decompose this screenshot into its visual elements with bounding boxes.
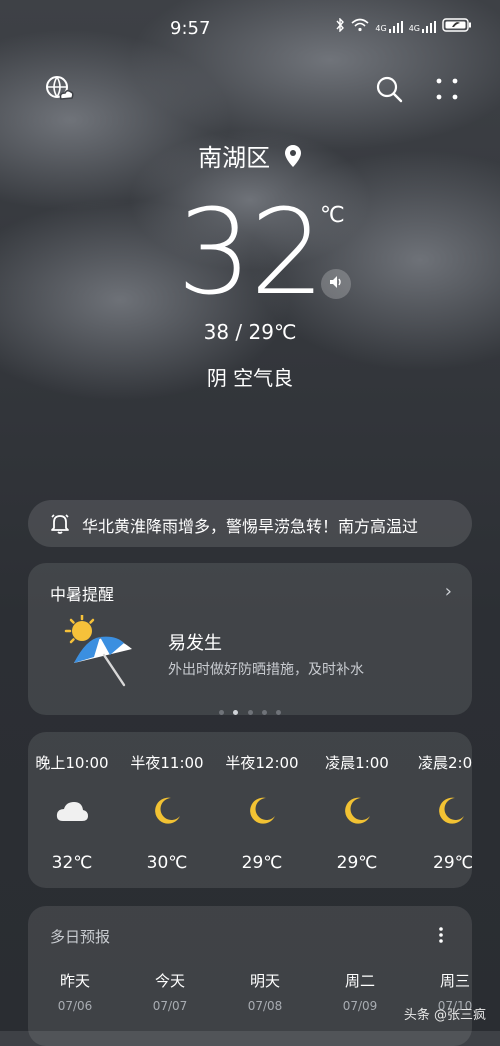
page-dot [275,710,281,715]
bell-icon [50,513,70,539]
day-name: 明天 [249,972,280,990]
signal-icon-2: 4G [408,20,436,33]
status-icons: 4G 4G [335,17,472,35]
network-type-1: 4G [375,23,387,33]
current-temperature: 32 [176,183,325,321]
voice-broadcast-button[interactable] [321,269,351,299]
heatstroke-title: 中暑提醒 [50,585,115,604]
day-date: 07/07 [152,999,188,1013]
day-item[interactable]: 昨天 07/06 [40,970,110,1013]
weather-condition: 阴 空气良 [206,366,294,390]
hour-temp: 30℃ [146,853,188,873]
hour-label: 凌晨2:0 [418,754,472,772]
status-time: 9:57 [170,18,211,39]
status-bar: 9:57 4G 4G [0,0,500,58]
page-dot-active [233,710,239,715]
sun-umbrella-icon [64,613,144,695]
day-item[interactable]: 今天 07/07 [135,970,205,1013]
hour-temp: 29℃ [241,853,283,873]
hourly-forecast-card[interactable]: 晚上10:00 32℃ 半夜11:00 30℃ 半夜12:00 29℃ 凌晨1:… [28,732,472,888]
chevron-right-icon[interactable]: › [445,581,452,602]
temperature-unit: ℃ [320,203,345,228]
kebab-menu-icon[interactable] [438,926,444,949]
city-manage-icon[interactable] [44,74,74,104]
hour-item: 晚上10:00 32℃ [27,752,117,873]
city-row[interactable]: 南湖区 [0,138,500,174]
page-dot [247,710,253,715]
hour-label: 半夜12:00 [225,754,299,772]
search-icon[interactable] [374,74,404,104]
hour-temp: 32℃ [51,853,93,873]
hour-label: 凌晨1:00 [325,754,389,772]
watermark: 头条 @张三疯 [403,1008,486,1023]
alert-text: 华北黄淮降雨增多，警惕旱涝急转！南方高温过 [82,517,419,536]
moon-icon [122,791,212,831]
multi-day-title: 多日预报 [50,928,111,946]
moon-icon [217,791,307,831]
hour-item: 半夜11:00 30℃ [122,752,212,873]
hour-label: 晚上10:00 [35,754,109,772]
network-type-2: 4G [408,23,420,33]
heatstroke-tip: 外出时做好防晒措施，及时补水 [168,662,364,678]
page-dot [261,710,267,715]
day-date: 07/08 [247,999,283,1013]
day-date: 07/06 [57,999,93,1013]
day-item[interactable]: 周二 07/09 [325,970,395,1013]
wifi-icon [351,18,369,35]
heatstroke-level: 易发生 [168,633,222,654]
day-date: 07/09 [342,999,378,1013]
signal-icon-1: 4G [375,20,403,33]
page-dot [219,710,225,715]
multi-day-forecast-card[interactable]: 多日预报 昨天 07/06 今天 07/07 明天 07/08 周二 07/09… [28,906,472,1046]
day-item[interactable]: 明天 07/08 [230,970,300,1013]
location-pin-icon [284,144,302,174]
day-name: 周二 [344,972,375,990]
cloud-icon [27,791,117,831]
moon-icon [312,791,402,831]
speaker-icon [328,274,344,294]
temp-range: 38 / 29℃ [203,320,297,344]
weather-alert-bar[interactable]: 华北黄淮降雨增多，警惕旱涝急转！南方高温过 [28,500,472,547]
hour-item: 凌晨2:0 29℃ [407,752,472,873]
city-name: 南湖区 [198,144,271,172]
moon-icon [407,791,472,831]
battery-icon [442,18,472,35]
hour-temp: 29℃ [433,853,472,873]
heatstroke-card[interactable]: 中暑提醒 › 易发生 外出时做好防晒措施，及时补水 [28,563,472,715]
page-indicator [28,700,472,719]
hour-label: 半夜11:00 [130,754,204,772]
bluetooth-icon [335,17,345,35]
hour-temp: 29℃ [336,853,378,873]
hour-item: 凌晨1:00 29℃ [312,752,402,873]
hour-item: 半夜12:00 29℃ [217,752,307,873]
day-name: 今天 [154,972,185,990]
day-name: 周三 [439,972,470,990]
more-menu-icon[interactable] [432,74,462,104]
day-name: 昨天 [59,972,90,990]
